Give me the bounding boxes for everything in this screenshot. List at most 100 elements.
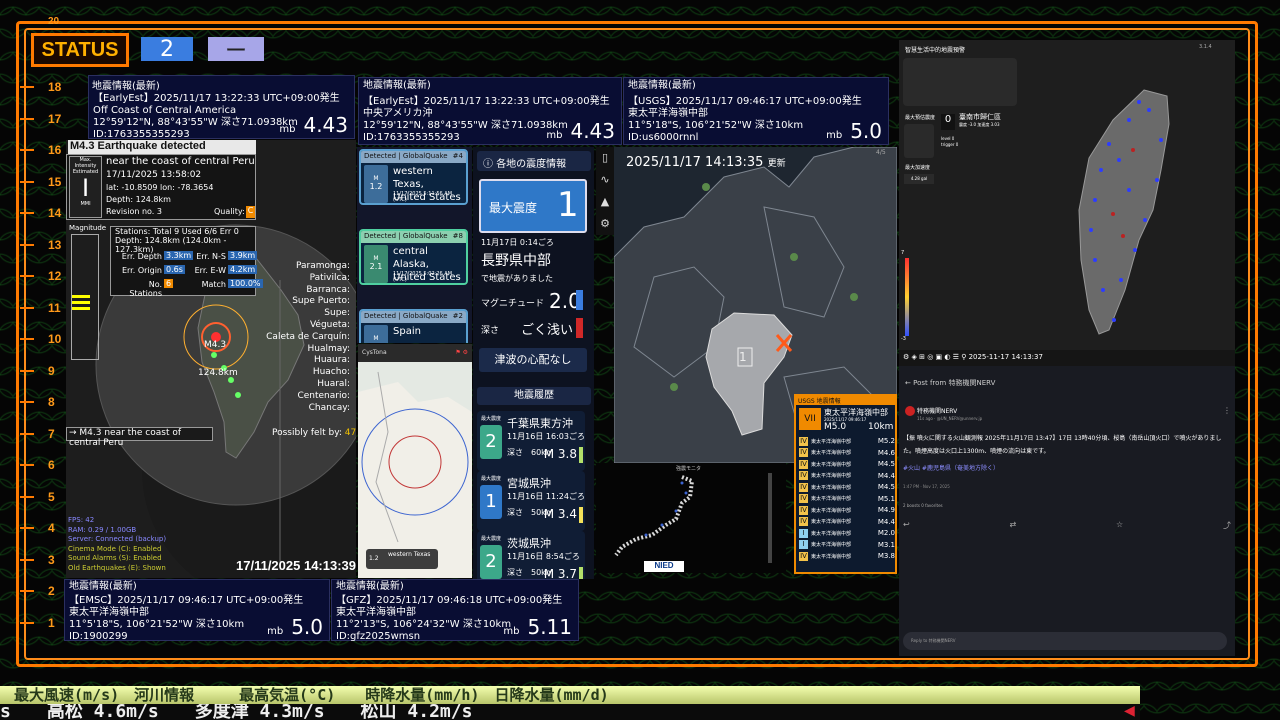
eq-source-time: 【EarlyEst】2025/11/17 13:22:33 UTC+09:00発… [363,96,610,107]
tw-toolbar: ⚙ ◈ ⊞ ◎ ▣ ◐ ☰ ⚲ 2025-11-17 14:13:37 [899,350,1235,366]
gear-icon[interactable]: ⚙ [596,213,614,235]
wave-icon[interactable]: ∿ [596,169,614,191]
stat-line: Old Earthquakes (E): Shown [68,563,166,572]
ruler-tick [20,275,34,277]
card-details: 11/17/2025 5:02:26 AM (UTC)Depth 0.0km Q… [393,271,466,283]
history-intensity: 1 [480,485,502,519]
dashboard: STATUS 2 ー 20 18 17 16 15 14 13 12 11 10 9 8 7 6 5 4 3 2… [0,0,1280,720]
intensity-value: I [81,174,90,202]
usgs-row-place: 東太平洋海嶺中部 [811,438,852,445]
post-back[interactable]: ← Post from 特務機関NERV [905,378,995,388]
eq-panel-header: 地震情報(最新) [628,80,696,91]
post-stats: 2 boosts 0 favorites [903,503,943,508]
eq-panel-usgs: 地震情報(最新) 【USGS】2025/11/17 09:46:17 UTC+0… [623,77,889,145]
eq-magnitude: mb 4.43 [546,119,615,143]
map-corner-label: 4/5 [876,149,886,156]
event-card[interactable]: Detected | GlobalQuake #4 M 1.2 western Texa… [359,149,468,205]
usgs-row[interactable]: IV 東太平洋海嶺中部 M5.1 [799,493,895,504]
info-tab-icon[interactable]: ▯ [596,147,614,169]
post-tags[interactable]: #火山 #鹿児島県（奄美地方除く） [903,463,999,472]
jp-depth-value: ごく浅い [521,323,574,338]
boost-icon[interactable]: ⇄ [1010,520,1017,531]
ruler-tick [20,149,34,151]
error-label: Err. E-W [194,266,226,275]
jp-info-title: ⓘ 各地の震度情報 [477,151,591,171]
card-place-line1: Spain [393,326,421,337]
ruler-tick [20,590,34,592]
ruler-tick [20,495,34,498]
usgs-row-intensity: I [799,540,808,549]
history-item[interactable]: 2 最大震度 茨城県沖 11月16日 8:54ごろ 深さ 50km M 3.7 [477,531,585,579]
ticker-values: s 高松 4.6m/s 多度津 4.3m/s 松山 4.2m/s [0,704,1140,720]
card-source: Detected | GlobalQuake [364,312,448,320]
history-intensity-hint: 最大震度 [480,536,501,542]
ruler-tick [20,432,34,435]
eq-source-time: 【USGS】2025/11/17 09:46:17 UTC+09:00発生 [628,96,862,107]
warning-icon[interactable]: ▲ [596,191,614,213]
pin-icon[interactable]: ⚑ ⚙ [455,349,468,356]
back-arrow-icon[interactable]: ← [905,379,913,387]
ruler-number: 17 [48,111,62,126]
usgs-row-place: 東太平洋海嶺中部 [811,461,852,468]
history-item[interactable]: 2 最大震度 千葉県東方沖 11月16日 16:03ごろ 深さ 60km M 3.8 [477,411,585,471]
ticker-arrow-icon[interactable]: ◀ [1124,704,1135,718]
usgs-row-mag: M4.4 [877,471,895,480]
usgs-row[interactable]: IV 東太平洋海嶺中部 M4.4 [799,470,895,481]
event-card[interactable]: Detected | GlobalQuake #8 M 2.1 central Alas… [359,229,468,285]
post-name[interactable]: 特務機関NERV [917,406,957,415]
usgs-row[interactable]: I 東太平洋海嶺中部 M3.1 [799,539,895,550]
mag-value: 5.0 [291,615,323,639]
tw-scale-bottom: -3 [901,336,906,342]
card-number: #4 [452,152,463,160]
usgs-row-intensity: IV [799,471,808,480]
usgs-row[interactable]: IV 東太平洋海嶺中部 M5.2 [799,436,895,446]
felt-place: Supe Puerto: [292,296,350,307]
usgs-row-place: 東太平洋海嶺中部 [811,553,852,560]
event-card[interactable]: Detected | GlobalQuake #2 M Spain [359,309,468,343]
history-mag-bar [579,567,583,579]
reply-input[interactable]: Reply to 特務機関NERV [903,632,1227,650]
error-label: Err. Origin [121,266,162,275]
ruler-number: 3 [48,552,55,567]
ruler-number: 10 [48,332,62,346]
ruler-tick [20,621,34,624]
usgs-row[interactable]: I 東太平洋海嶺中部 M2.0 [799,528,895,538]
error-value: 4.2km [228,265,258,274]
felt-place: Barranca: [306,284,350,295]
usgs-row[interactable]: IV 東太平洋海嶺中部 M4.5 [799,459,895,469]
jp-intensity-panel: ⓘ 各地の震度情報 最大震度 1 11月17日 0:14ごろ 長野県中部 で地震… [473,147,594,579]
felt-place: Supe: [324,308,350,319]
mag-value: 4.43 [303,113,348,137]
usgs-row-intensity: IV [799,448,808,457]
history-intensity-hint: 最大震度 [480,416,501,422]
more-icon[interactable]: ⋮ [1223,406,1231,415]
usgs-row[interactable]: IV 東太平洋海嶺中部 M4.9 [799,505,895,515]
ruler-number: 12 [48,269,62,283]
stat-line: Cinema Mode (C): Enabled [68,544,162,553]
usgs-row-place: 東太平洋海嶺中部 [811,473,852,479]
usgs-row[interactable]: IV 東太平洋海嶺中部 M4.5 [799,482,895,492]
history-mag-bar [579,507,583,523]
reply-icon[interactable]: ↩ [903,520,910,531]
card-header: Detected | GlobalQuake #8 [361,231,466,243]
felt-place: Caleta de Carquín: [266,331,350,342]
avatar[interactable] [905,406,915,416]
ruler-number: 11 [48,300,61,315]
mag-unit: mb [267,626,284,637]
usgs-row-place: 東太平洋海嶺中部 [811,519,852,525]
intensity-box: Max. Intensity Estimated I MMI [69,156,102,218]
card-header: Detected | GlobalQuake #2 [361,311,466,323]
taiwan-map [905,89,1170,336]
usgs-row[interactable]: IV 東太平洋海嶺中部 M3.8 [799,551,895,561]
post-handle: 11s ago · @UN_NERV@unnerv.jp [917,416,983,421]
usgs-row[interactable]: IV 東太平洋海嶺中部 M4.6 [799,447,895,458]
history-date: 11月16日 11:24ごろ [507,492,585,501]
favorite-icon[interactable]: ☆ [1116,520,1123,531]
history-mag-bar [579,447,583,463]
history-item[interactable]: 1 最大震度 宮城県沖 11月16日 11:24ごろ 深さ 50km M 3.4 [477,471,585,531]
quake-time: 17/11/2025 13:58:02 [106,170,202,180]
usgs-row[interactable]: IV 東太平洋海嶺中部 M4.4 [799,516,895,527]
usgs-depth: 10km [868,422,894,432]
share-icon[interactable]: ⤴ [1223,520,1231,531]
tw-tool-icons[interactable]: ⚙ ◈ ⊞ ◎ ▣ ◐ ☰ ⚲ [903,353,969,361]
